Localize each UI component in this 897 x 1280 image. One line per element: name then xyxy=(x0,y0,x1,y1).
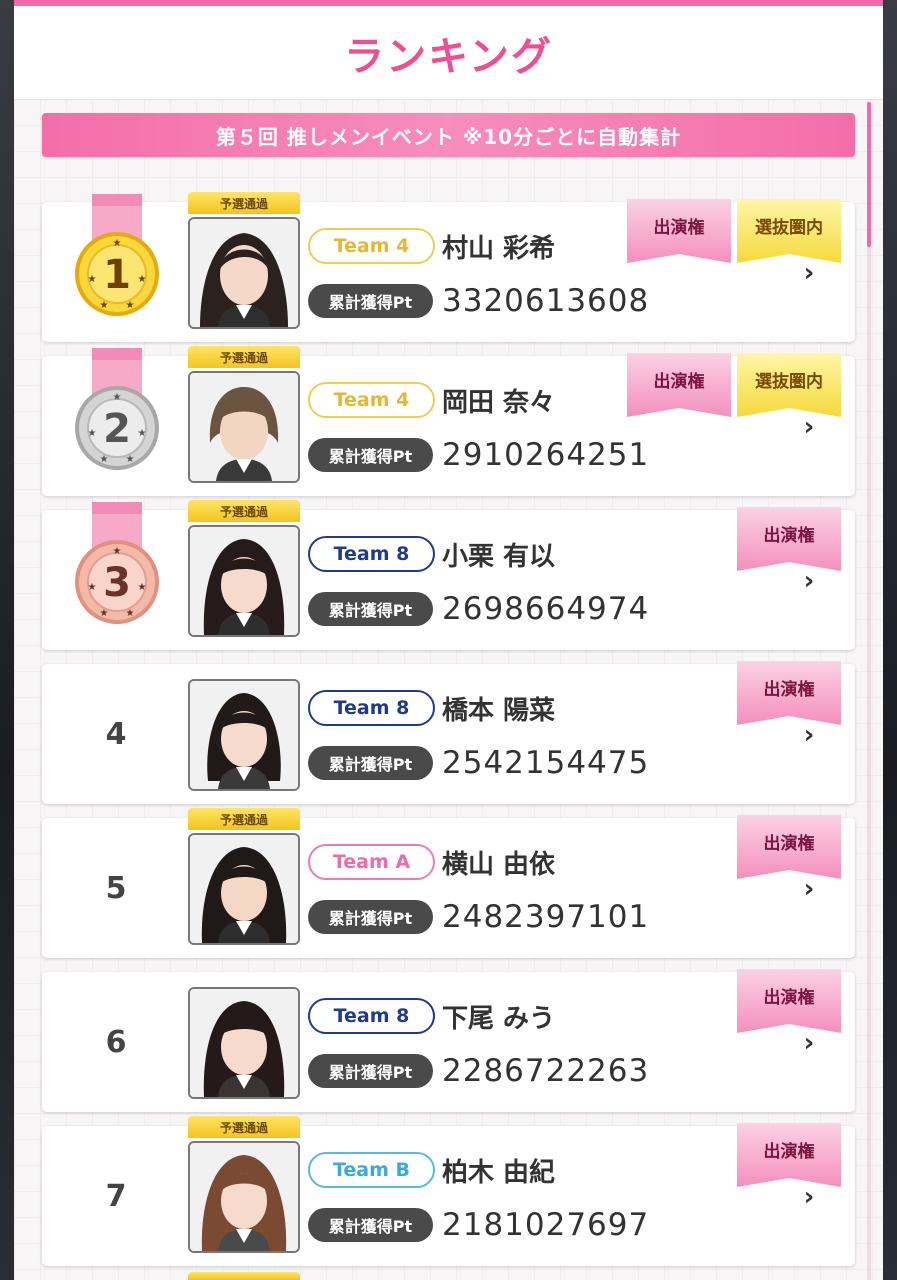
rank-number: 4 xyxy=(105,716,127,752)
ranking-row-2[interactable]: 2 ★ ★ ★ ★ ★ 予選通過 Team 4 岡田 奈々 累計獲得Pt 291… xyxy=(42,346,855,496)
svg-text:1: 1 xyxy=(103,252,131,298)
stage-rights-ribbon: 出演権 xyxy=(737,507,841,571)
svg-text:★: ★ xyxy=(113,392,122,403)
header: ランキング xyxy=(14,6,883,100)
member-photo[interactable] xyxy=(188,525,300,637)
page-title: ランキング xyxy=(344,33,553,80)
svg-text:★: ★ xyxy=(126,608,135,619)
gold-medal-icon: 1 ★ ★ ★ ★ ★ xyxy=(72,194,162,322)
ranking-row-3[interactable]: 3 ★ ★ ★ ★ ★ 予選通過 Team 8 小栗 有以 累計獲得Pt 269… xyxy=(42,500,855,650)
svg-text:★: ★ xyxy=(113,238,122,249)
ranking-row-4[interactable]: 4 Team 8 橋本 陽菜 累計獲得Pt 2542154475 出演権 › xyxy=(42,661,855,804)
points-value: 2542154475 xyxy=(442,745,650,781)
points-label: 累計獲得Pt xyxy=(308,746,433,780)
team-badge: Team A xyxy=(308,844,435,880)
chevron-right-icon[interactable]: › xyxy=(798,566,820,596)
member-name: 横山 由依 xyxy=(442,849,556,880)
event-banner-text: 第５回 推しメンイベント ※10分ごとに自動集計 xyxy=(215,124,682,149)
chevron-right-icon[interactable]: › xyxy=(798,1028,820,1058)
selected-zone-ribbon: 選抜圏内 xyxy=(737,353,841,417)
points-label: 累計獲得Pt xyxy=(308,900,433,934)
scrollbar[interactable] xyxy=(867,102,871,1280)
member-name: 柏木 由紀 xyxy=(442,1157,556,1188)
silver-medal-icon: 2 ★ ★ ★ ★ ★ xyxy=(72,348,162,476)
chevron-right-icon[interactable]: › xyxy=(798,1182,820,1212)
svg-text:★: ★ xyxy=(138,582,147,593)
svg-text:★: ★ xyxy=(138,428,147,439)
member-name: 下尾 みう xyxy=(442,1003,556,1034)
rank-number: 5 xyxy=(105,870,127,906)
background-left xyxy=(0,0,14,1280)
points-value: 2181027697 xyxy=(442,1207,650,1243)
member-name: 岡田 奈々 xyxy=(442,387,556,418)
svg-text:3: 3 xyxy=(103,560,131,606)
prelim-passed-tag: 予選通過 xyxy=(188,192,300,214)
team-badge: Team B xyxy=(308,1152,435,1188)
prelim-passed-tag: 予選通過 xyxy=(188,346,300,368)
bronze-medal-icon: 3 ★ ★ ★ ★ ★ xyxy=(72,502,162,630)
team-badge: Team 8 xyxy=(308,536,435,572)
svg-text:★: ★ xyxy=(100,608,109,619)
prelim-passed-tag: 予選通過 xyxy=(188,500,300,522)
chevron-right-icon[interactable]: › xyxy=(798,874,820,904)
points-value: 2910264251 xyxy=(442,437,650,473)
ranking-content[interactable]: 第５回 推しメンイベント ※10分ごとに自動集計 1 ★ ★ ★ ★ ★ 予選通… xyxy=(14,100,883,1280)
selected-zone-ribbon: 選抜圏内 xyxy=(737,199,841,263)
points-value: 3320613608 xyxy=(442,283,650,319)
member-photo[interactable] xyxy=(188,371,300,483)
team-badge: Team 4 xyxy=(308,382,435,418)
ranking-row-1[interactable]: 1 ★ ★ ★ ★ ★ 予選通過 Team 4 村山 彩希 累計獲得Pt 332… xyxy=(42,192,855,342)
member-photo[interactable] xyxy=(188,987,300,1099)
points-value: 2698664974 xyxy=(442,591,650,627)
stage-rights-ribbon: 出演権 xyxy=(737,815,841,879)
member-name: 小栗 有以 xyxy=(442,541,556,572)
member-photo[interactable] xyxy=(188,679,300,791)
stage-rights-ribbon: 出演権 xyxy=(737,661,841,725)
points-label: 累計獲得Pt xyxy=(308,1054,433,1088)
team-badge: Team 4 xyxy=(308,228,435,264)
points-value: 2482397101 xyxy=(442,899,650,935)
rank-number: 7 xyxy=(105,1178,127,1214)
member-photo[interactable] xyxy=(188,217,300,329)
ranking-row-7[interactable]: 7 予選通過 Team B 柏木 由紀 累計獲得Pt 2181027697 出演… xyxy=(42,1116,855,1266)
prelim-passed-tag: 予選通過 xyxy=(188,1116,300,1138)
ranking-row-5[interactable]: 5 予選通過 Team A 横山 由依 累計獲得Pt 2482397101 出演… xyxy=(42,808,855,958)
rank-number: 6 xyxy=(105,1024,127,1060)
ranking-panel: ランキング 第５回 推しメンイベント ※10分ごとに自動集計 1 ★ ★ ★ ★ xyxy=(14,0,883,1280)
svg-text:★: ★ xyxy=(100,300,109,311)
team-badge: Team 8 xyxy=(308,998,435,1034)
background-right xyxy=(883,0,897,1280)
points-label: 累計獲得Pt xyxy=(308,284,433,318)
svg-text:★: ★ xyxy=(126,454,135,465)
svg-text:★: ★ xyxy=(138,274,147,285)
member-photo[interactable] xyxy=(188,833,300,945)
svg-text:★: ★ xyxy=(126,300,135,311)
prelim-passed-tag: 予選通過 xyxy=(188,808,300,830)
svg-text:★: ★ xyxy=(88,428,97,439)
member-photo[interactable] xyxy=(188,1141,300,1253)
points-label: 累計獲得Pt xyxy=(308,438,433,472)
chevron-right-icon[interactable]: › xyxy=(798,412,820,442)
team-badge: Team 8 xyxy=(308,690,435,726)
stage-rights-ribbon: 出演権 xyxy=(737,1123,841,1187)
scrollbar-thumb[interactable] xyxy=(867,102,871,247)
next-row-prelim-tag xyxy=(188,1272,300,1280)
svg-text:★: ★ xyxy=(88,274,97,285)
chevron-right-icon[interactable]: › xyxy=(798,720,820,750)
ranking-row-6[interactable]: 6 Team 8 下尾 みう 累計獲得Pt 2286722263 出演権 › xyxy=(42,969,855,1112)
chevron-right-icon[interactable]: › xyxy=(798,258,820,288)
stage-rights-ribbon: 出演権 xyxy=(627,353,731,417)
svg-text:2: 2 xyxy=(103,406,131,452)
points-label: 累計獲得Pt xyxy=(308,592,433,626)
svg-text:★: ★ xyxy=(88,582,97,593)
points-value: 2286722263 xyxy=(442,1053,650,1089)
stage-rights-ribbon: 出演権 xyxy=(627,199,731,263)
member-name: 橋本 陽菜 xyxy=(442,695,556,726)
points-label: 累計獲得Pt xyxy=(308,1208,433,1242)
svg-text:★: ★ xyxy=(100,454,109,465)
stage-rights-ribbon: 出演権 xyxy=(737,969,841,1033)
event-banner: 第５回 推しメンイベント ※10分ごとに自動集計 xyxy=(42,113,855,157)
svg-text:★: ★ xyxy=(113,546,122,557)
member-name: 村山 彩希 xyxy=(442,233,556,264)
